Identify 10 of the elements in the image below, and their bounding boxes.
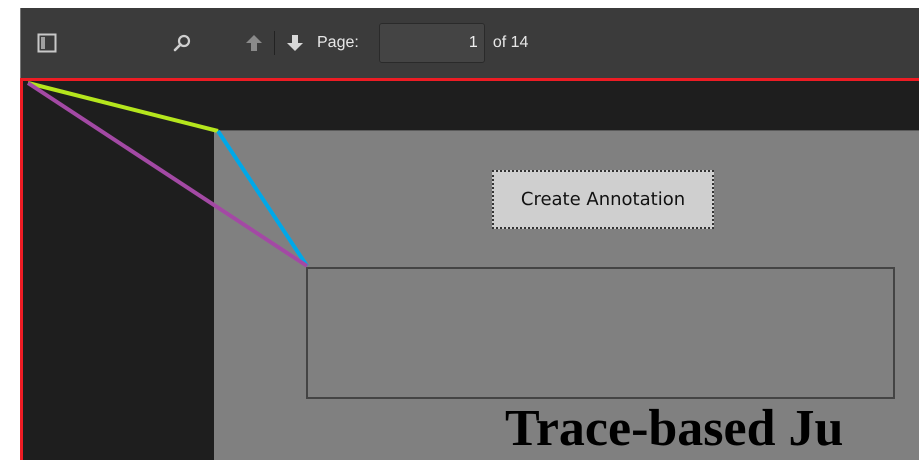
sidebar-toggle-icon[interactable] [37, 33, 57, 53]
page-label: Page: [317, 34, 359, 52]
up-arrow-icon[interactable] [244, 33, 264, 53]
annotation-rectangle[interactable] [306, 267, 895, 399]
search-icon[interactable] [172, 33, 192, 53]
page-number-field[interactable]: 1 [378, 23, 485, 63]
down-arrow-icon[interactable] [285, 33, 305, 53]
document-title: Trace-based Ju [505, 399, 844, 459]
page-total: of 14 [492, 34, 528, 52]
create-annotation-button[interactable]: Create Annotation [492, 170, 714, 229]
